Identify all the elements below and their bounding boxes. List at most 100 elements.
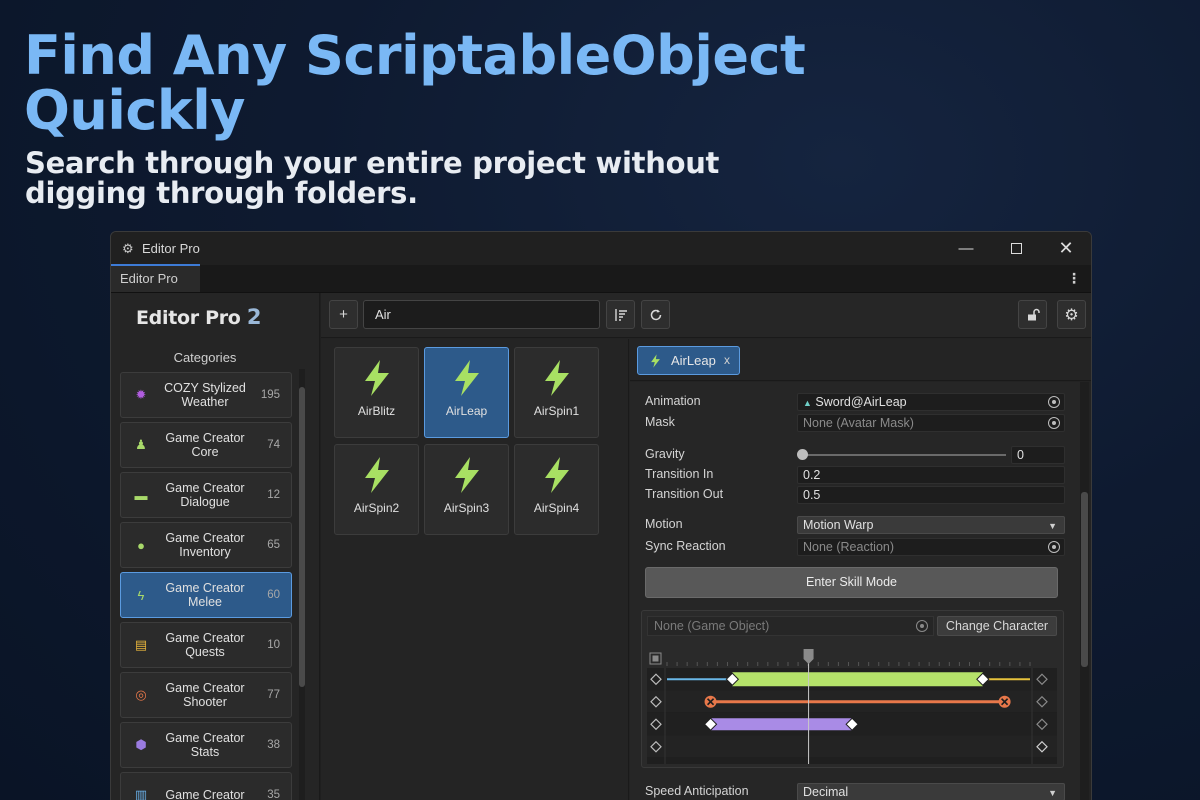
animation-label: Animation — [645, 394, 701, 408]
motion-row: Motion Motion Warp ▼ — [645, 516, 1065, 534]
chevron-down-icon: ▼ — [1048, 788, 1057, 798]
scroll-icon: ▤ — [134, 637, 148, 652]
sidebar-item-category[interactable]: ▤ Game Creator Quests 10 — [120, 622, 292, 668]
sync-reaction-row: Sync Reaction None (Reaction) — [645, 538, 1065, 556]
refresh-button[interactable] — [641, 300, 670, 329]
sidebar-item-category[interactable]: ◎ Game Creator Shooter 77 — [120, 672, 292, 718]
inspector-scroll-thumb[interactable] — [1081, 492, 1088, 667]
category-label: Game Creator Inventory — [165, 531, 245, 559]
game-object-field[interactable]: None (Game Object) — [647, 616, 934, 636]
category-label: Game Creator Stats — [165, 731, 245, 759]
minimize-button[interactable]: — — [941, 232, 991, 265]
gear-icon: ⚙ — [1064, 306, 1079, 324]
sidebar-item-category[interactable]: ✹ COZY Stylized Weather 195 — [120, 372, 292, 418]
gravity-field[interactable]: 0 — [1011, 446, 1065, 464]
category-list: ✹ COZY Stylized Weather 195 ♟ Game Creator C… — [120, 372, 292, 800]
object-picker-icon[interactable] — [916, 620, 928, 632]
timeline-row — [647, 735, 1057, 757]
result-tile[interactable]: AirSpin4 — [514, 444, 599, 535]
title-bar[interactable]: ⚙ Editor Pro — ✕ — [111, 232, 1091, 265]
main-panel: + ⚙ AirBlitz AirLeap AirSpin1 AirSpin2 AirSp… — [321, 293, 1091, 800]
animation-row: Animation ▲ Sword@AirLeap — [645, 393, 1065, 411]
transition-out-field[interactable]: 0.5 — [797, 486, 1065, 504]
sync-reaction-value: None (Reaction) — [803, 540, 895, 554]
sidebar-item-category[interactable]: ⬢ Game Creator Stats 38 — [120, 722, 292, 768]
sort-button[interactable] — [606, 300, 635, 329]
sidebar-item-category[interactable]: ▬ Game Creator Dialogue 12 — [120, 472, 292, 518]
transition-in-row: Transition In 0.2 — [645, 466, 1065, 484]
result-name: AirSpin4 — [533, 501, 580, 515]
result-tile[interactable]: AirLeap — [424, 347, 509, 438]
toolbar: + ⚙ — [321, 293, 1091, 338]
enter-skill-mode-button[interactable]: Enter Skill Mode — [645, 567, 1058, 598]
chevron-down-icon: ▼ — [1048, 521, 1057, 531]
object-picker-icon[interactable] — [1048, 396, 1060, 408]
result-tile[interactable]: AirSpin1 — [514, 347, 599, 438]
logo-text: Editor Pro — [136, 307, 241, 329]
sidebar-item-category[interactable]: ♟ Game Creator Core 74 — [120, 422, 292, 468]
speed-anticipation-dropdown[interactable]: Decimal ▼ — [797, 783, 1065, 800]
close-icon: ✕ — [1058, 238, 1074, 258]
inspector-tab-airleap[interactable]: AirLeap x — [637, 346, 740, 375]
category-label: COZY Stylized Weather — [164, 381, 246, 409]
hero-title: Find Any ScriptableObject Quickly — [24, 24, 806, 142]
sidebar-item-category[interactable]: ● Game Creator Inventory 65 — [120, 522, 292, 568]
lock-button[interactable] — [1018, 300, 1047, 329]
category-count: 77 — [267, 689, 280, 701]
categories-sidebar: Editor Pro 2 Categories ✹ COZY Stylized W… — [111, 293, 320, 800]
result-name: AirSpin2 — [353, 501, 400, 515]
properties: Animation ▲ Sword@AirLeap Mask None (Ava… — [630, 382, 1080, 800]
sidebar-scrollbar[interactable] — [299, 369, 305, 800]
motion-dropdown[interactable]: Motion Warp ▼ — [797, 516, 1065, 534]
bars-icon: ▥ — [134, 787, 148, 800]
window-title: Editor Pro — [142, 241, 200, 256]
track-bar — [732, 672, 983, 687]
character-icon: ♟ — [135, 437, 147, 452]
gravity-row: Gravity 0 — [645, 446, 1065, 464]
search-input[interactable] — [363, 300, 600, 329]
category-count: 12 — [267, 489, 280, 501]
result-name: AirSpin3 — [443, 501, 490, 515]
change-character-button[interactable]: Change Character — [937, 616, 1057, 636]
kebab-menu-icon[interactable]: ⋮ — [1067, 270, 1081, 287]
result-tile[interactable]: AirBlitz — [334, 347, 419, 438]
animation-field[interactable]: ▲ Sword@AirLeap — [797, 393, 1065, 411]
editor-pro-logo: Editor Pro 2 — [136, 305, 262, 329]
mask-field[interactable]: None (Avatar Mask) — [797, 414, 1065, 432]
result-name: AirSpin1 — [533, 404, 580, 418]
speed-anticipation-value: Decimal — [803, 785, 849, 799]
unlock-icon — [1027, 308, 1040, 320]
close-tab-button[interactable]: x — [724, 353, 730, 367]
result-tile[interactable]: AirSpin2 — [334, 444, 419, 535]
transition-in-field[interactable]: 0.2 — [797, 466, 1065, 484]
maximize-icon — [1010, 243, 1022, 254]
close-button[interactable]: ✕ — [1041, 232, 1091, 265]
gravity-slider-track[interactable] — [801, 454, 1006, 456]
sidebar-scroll-thumb[interactable] — [299, 387, 305, 687]
bolt-icon — [365, 457, 389, 493]
sidebar-item-category[interactable]: ϟ Game Creator Melee 60 — [120, 572, 292, 618]
category-label: Game Creator — [165, 788, 245, 800]
categories-heading: Categories — [173, 350, 237, 365]
gravity-slider-knob[interactable] — [797, 449, 808, 460]
sort-icon — [614, 308, 627, 321]
inspector-tabs: AirLeap x — [630, 339, 1091, 381]
object-picker-icon[interactable] — [1048, 541, 1060, 553]
category-label: Game Creator Dialogue — [165, 481, 245, 509]
maximize-button[interactable] — [991, 232, 1041, 265]
object-picker-icon[interactable] — [1048, 417, 1060, 429]
timeline[interactable] — [647, 648, 1057, 764]
settings-button[interactable]: ⚙ — [1057, 300, 1086, 329]
sidebar-item-category[interactable]: ▥ Game Creator 35 — [120, 772, 292, 800]
category-label: Game Creator Melee — [165, 581, 245, 609]
tab-editor-pro[interactable]: Editor Pro — [111, 264, 200, 292]
add-button[interactable]: + — [329, 300, 358, 329]
sync-reaction-field[interactable]: None (Reaction) — [797, 538, 1065, 556]
timeline-ruler — [647, 648, 1057, 668]
animation-value: Sword@AirLeap — [815, 395, 907, 409]
result-tile[interactable]: AirSpin3 — [424, 444, 509, 535]
hero-subtitle: Search through your entire project witho… — [25, 146, 720, 210]
category-label: Game Creator Quests — [165, 631, 245, 659]
transition-out-row: Transition Out 0.5 — [645, 486, 1065, 504]
inspector-scrollbar[interactable] — [1080, 382, 1089, 800]
